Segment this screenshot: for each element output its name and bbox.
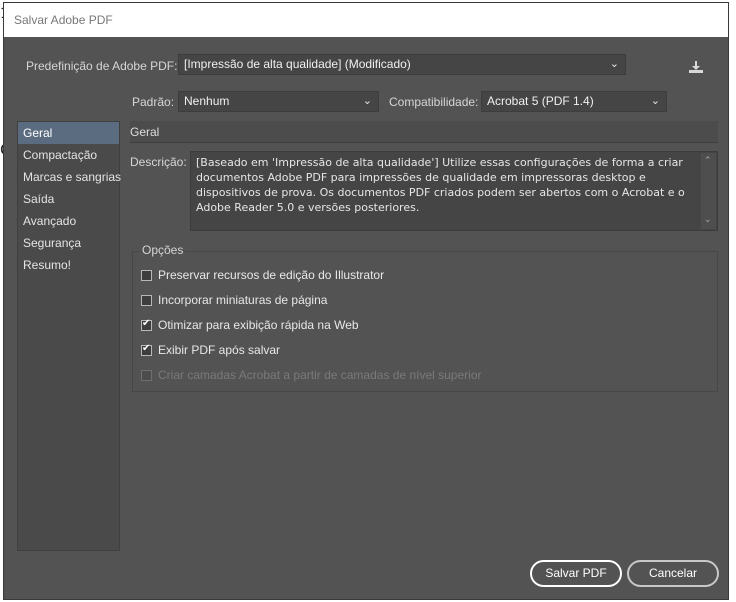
option-label: Incorporar miniaturas de página <box>158 293 328 307</box>
compatibility-value: Acrobat 5 (PDF 1.4) <box>487 94 594 108</box>
description-label: Descrição: <box>130 155 187 169</box>
sidebar-item-avancado[interactable]: Avançado <box>18 210 119 232</box>
save-pdf-dialog: Salvar Adobe PDF Predefinição de Adobe P… <box>3 2 729 600</box>
standard-label: Padrão: <box>132 95 175 109</box>
checkbox[interactable] <box>141 269 152 281</box>
sidebar-item-geral[interactable]: Geral <box>18 122 119 144</box>
sidebar-item-seguranca[interactable]: Segurança <box>18 232 119 254</box>
save-preset-icon[interactable] <box>687 59 705 75</box>
window-title: Salvar Adobe PDF <box>14 13 113 27</box>
option-label: Preservar recursos de edição do Illustra… <box>158 268 385 282</box>
compatibility-select[interactable]: Acrobat 5 (PDF 1.4) ⌄ <box>481 91 667 112</box>
option-embed-thumbnails[interactable]: Incorporar miniaturas de página <box>141 292 327 308</box>
section-title: Geral <box>130 121 718 143</box>
description-scrollbar[interactable]: ⌃ ⌄ <box>701 153 716 229</box>
sidebar-item-saida[interactable]: Saída <box>18 188 119 210</box>
scroll-up-icon[interactable]: ⌃ <box>704 154 712 169</box>
scroll-down-icon[interactable]: ⌄ <box>704 213 712 228</box>
save-pdf-button[interactable]: Salvar PDF <box>530 560 622 587</box>
title-bar: Salvar Adobe PDF <box>4 3 728 37</box>
preset-select[interactable]: [Impressão de alta qualidade] (Modificad… <box>178 54 626 75</box>
checkbox[interactable] <box>141 318 152 331</box>
options-title: Opções <box>140 243 186 257</box>
checkbox <box>141 369 152 381</box>
description-line: documentos Adobe PDF para impressões de … <box>196 171 646 184</box>
sidebar-item-compactacao[interactable]: Compactação <box>18 144 119 166</box>
description-line: dispositivos de prova. Os documentos PDF… <box>196 186 685 199</box>
standard-value: Nenhum <box>184 94 230 108</box>
option-label: Otimizar para exibição rápida na Web <box>158 318 359 332</box>
checkbox[interactable] <box>141 343 152 356</box>
checkbox[interactable] <box>141 294 152 306</box>
compatibility-label: Compatibilidade: <box>389 95 479 109</box>
option-create-acrobat-layers: Criar camadas Acrobat a partir de camada… <box>141 367 482 383</box>
chevron-down-icon: ⌄ <box>362 95 372 107</box>
option-preserve-editing[interactable]: Preservar recursos de edição do Illustra… <box>141 267 384 283</box>
option-label: Criar camadas Acrobat a partir de camada… <box>158 368 482 382</box>
preset-label: Predefinição de Adobe PDF: <box>26 59 178 73</box>
standard-select[interactable]: Nenhum ⌄ <box>178 91 379 112</box>
sidebar-item-marcas-e-sangrias[interactable]: Marcas e sangrias <box>18 166 121 188</box>
option-label: Exibir PDF após salvar <box>158 343 281 357</box>
cancel-button[interactable]: Cancelar <box>627 560 719 587</box>
chevron-down-icon: ⌄ <box>609 58 619 70</box>
chevron-down-icon: ⌄ <box>650 95 660 107</box>
preset-value: [Impressão de alta qualidade] (Modificad… <box>184 57 411 71</box>
option-fast-web-view[interactable]: Otimizar para exibição rápida na Web <box>141 317 359 333</box>
sidebar-item-resumo[interactable]: Resumo! <box>18 254 119 276</box>
category-sidebar: Geral Compactação Marcas e sangrias Saíd… <box>17 121 121 551</box>
description-line: [Baseado em 'Impressão de alta qualidade… <box>196 156 683 169</box>
description-line: Adobe Reader 5.0 e versões posteriores. <box>196 201 420 214</box>
description-text: [Baseado em 'Impressão de alta qualidade… <box>190 151 718 231</box>
option-view-pdf-after-saving[interactable]: Exibir PDF após salvar <box>141 342 280 358</box>
